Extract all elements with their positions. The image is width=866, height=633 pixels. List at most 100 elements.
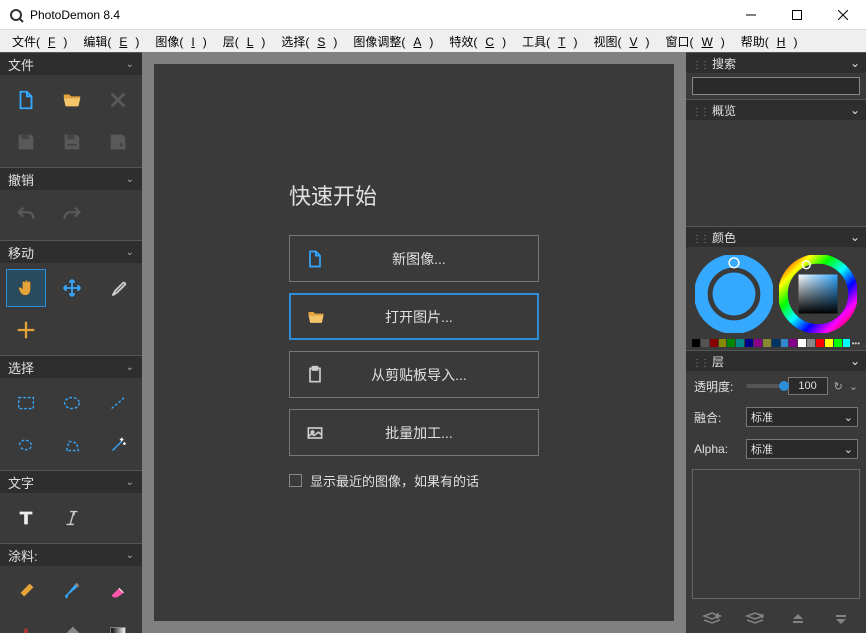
delete-layer-icon[interactable] xyxy=(742,609,768,629)
menu-item-t[interactable]: 工具(T) xyxy=(514,31,585,52)
color-swatch[interactable] xyxy=(701,339,709,347)
color-swatch[interactable] xyxy=(825,339,833,347)
opacity-slider[interactable] xyxy=(746,384,784,388)
quickstart-heading: 快速开始 xyxy=(289,179,539,211)
search-input[interactable] xyxy=(692,77,860,95)
color-swatch[interactable] xyxy=(736,339,744,347)
overview-title: 概览 xyxy=(712,104,736,118)
save-as-icon[interactable] xyxy=(52,123,92,161)
menubar: 文件(F)编辑(E)图像(I)层(L)选择(S)图像调整(A)特效(C)工具(T… xyxy=(0,30,866,52)
close-button[interactable] xyxy=(820,0,866,29)
close-file-icon[interactable] xyxy=(98,81,138,119)
color-swatch[interactable] xyxy=(754,339,762,347)
color-swatch[interactable] xyxy=(692,339,700,347)
redo-icon[interactable] xyxy=(52,196,92,234)
color-wheel-left[interactable] xyxy=(695,255,773,333)
opacity-input[interactable] xyxy=(788,377,828,395)
menu-item-h[interactable]: 帮助(H) xyxy=(733,31,806,52)
save-icon[interactable] xyxy=(6,123,46,161)
section-move-header[interactable]: 移动⌄ xyxy=(0,241,142,263)
color-swatches[interactable]: ••• xyxy=(686,337,866,350)
poly-select-icon[interactable] xyxy=(52,426,92,464)
maximize-button[interactable] xyxy=(774,0,820,29)
color-swatch[interactable] xyxy=(763,339,771,347)
menu-item-c[interactable]: 特效(C) xyxy=(441,31,514,52)
color-wheel-right[interactable] xyxy=(779,255,857,333)
quickstart-new-button[interactable]: 新图像... xyxy=(289,235,539,282)
crop-tool-icon[interactable] xyxy=(6,311,46,349)
text-italic-tool-icon[interactable] xyxy=(52,499,92,537)
color-swatch[interactable] xyxy=(719,339,727,347)
stamp-tool-icon[interactable] xyxy=(6,614,46,633)
color-swatch[interactable] xyxy=(816,339,824,347)
section-file-header[interactable]: 文件⌄ xyxy=(0,53,142,75)
menu-item-e[interactable]: 编辑(E) xyxy=(75,31,147,52)
more-swatches-icon[interactable]: ••• xyxy=(852,339,860,348)
line-select-icon[interactable] xyxy=(98,384,138,422)
opacity-menu-icon[interactable]: ⌄ xyxy=(849,380,858,393)
rect-select-icon[interactable] xyxy=(6,384,46,422)
app-icon xyxy=(8,7,24,23)
alpha-mode-select[interactable]: 标准⌄ xyxy=(746,439,858,459)
hand-tool-icon[interactable] xyxy=(6,269,46,307)
minimize-button[interactable] xyxy=(728,0,774,29)
section-select-header[interactable]: 选择⌄ xyxy=(0,356,142,378)
fill-tool-icon[interactable] xyxy=(52,614,92,633)
menu-item-f[interactable]: 文件(F) xyxy=(4,31,75,52)
color-swatch[interactable] xyxy=(745,339,753,347)
chevron-down-icon: ⌄ xyxy=(126,247,134,258)
section-undo-header[interactable]: 撤销⌄ xyxy=(0,168,142,190)
layer-list[interactable] xyxy=(692,469,860,599)
color-panel-header[interactable]: ⋮⋮颜色⌄ xyxy=(686,227,866,247)
section-file-label: 文件 xyxy=(8,55,34,74)
add-layer-icon[interactable] xyxy=(699,609,725,629)
color-swatch[interactable] xyxy=(710,339,718,347)
eyedropper-tool-icon[interactable] xyxy=(98,269,138,307)
color-swatch[interactable] xyxy=(781,339,789,347)
quickstart-clipboard-button[interactable]: 从剪贴板导入... xyxy=(289,351,539,398)
section-text-header[interactable]: 文字⌄ xyxy=(0,471,142,493)
new-file-icon[interactable] xyxy=(6,81,46,119)
ellipse-select-icon[interactable] xyxy=(52,384,92,422)
text-tool-icon[interactable] xyxy=(6,499,46,537)
lasso-select-icon[interactable] xyxy=(6,426,46,464)
overview-panel-header[interactable]: ⋮⋮概览⌄ xyxy=(686,100,866,120)
chevron-down-icon: ⌄ xyxy=(850,230,860,244)
eraser-tool-icon[interactable] xyxy=(98,572,138,610)
menu-item-w[interactable]: 窗口(W) xyxy=(657,31,732,52)
menu-item-a[interactable]: 图像调整(A) xyxy=(345,31,441,52)
pencil-tool-icon[interactable] xyxy=(6,572,46,610)
layers-panel-header[interactable]: ⋮⋮层⌄ xyxy=(686,351,866,371)
blend-mode-select[interactable]: 标准⌄ xyxy=(746,407,858,427)
color-swatch[interactable] xyxy=(789,339,797,347)
color-swatch[interactable] xyxy=(727,339,735,347)
batch-icon xyxy=(290,423,340,443)
opacity-reset-icon[interactable]: ↻ xyxy=(834,380,843,393)
open-file-icon[interactable] xyxy=(52,81,92,119)
menu-item-s[interactable]: 选择(S) xyxy=(273,31,345,52)
menu-item-l[interactable]: 层(L) xyxy=(215,31,274,52)
color-swatch[interactable] xyxy=(798,339,806,347)
brush-tool-icon[interactable] xyxy=(52,572,92,610)
layer-down-icon[interactable] xyxy=(828,609,854,629)
section-paint-header[interactable]: 涂料:⌄ xyxy=(0,544,142,566)
export-icon[interactable] xyxy=(98,123,138,161)
color-title: 颜色 xyxy=(712,231,736,245)
search-panel-header[interactable]: ⋮⋮搜索⌄ xyxy=(686,53,866,73)
menu-item-v[interactable]: 视图(V) xyxy=(585,31,657,52)
move-tool-icon[interactable] xyxy=(52,269,92,307)
wand-select-icon[interactable] xyxy=(98,426,138,464)
quickstart-batch-button[interactable]: 批量加工... xyxy=(289,409,539,456)
show-recent-checkbox[interactable]: 显示最近的图像，如果有的话 xyxy=(289,471,539,490)
color-swatch[interactable] xyxy=(807,339,815,347)
gradient-tool-icon[interactable] xyxy=(98,614,138,633)
chevron-down-icon: ⌄ xyxy=(126,174,134,185)
color-swatch[interactable] xyxy=(834,339,842,347)
undo-icon[interactable] xyxy=(6,196,46,234)
color-swatch[interactable] xyxy=(772,339,780,347)
chevron-down-icon: ⌄ xyxy=(844,443,853,456)
menu-item-i[interactable]: 图像(I) xyxy=(147,31,214,52)
quickstart-open-button[interactable]: 打开图片... xyxy=(289,293,539,340)
layer-up-icon[interactable] xyxy=(785,609,811,629)
color-swatch[interactable] xyxy=(843,339,851,347)
